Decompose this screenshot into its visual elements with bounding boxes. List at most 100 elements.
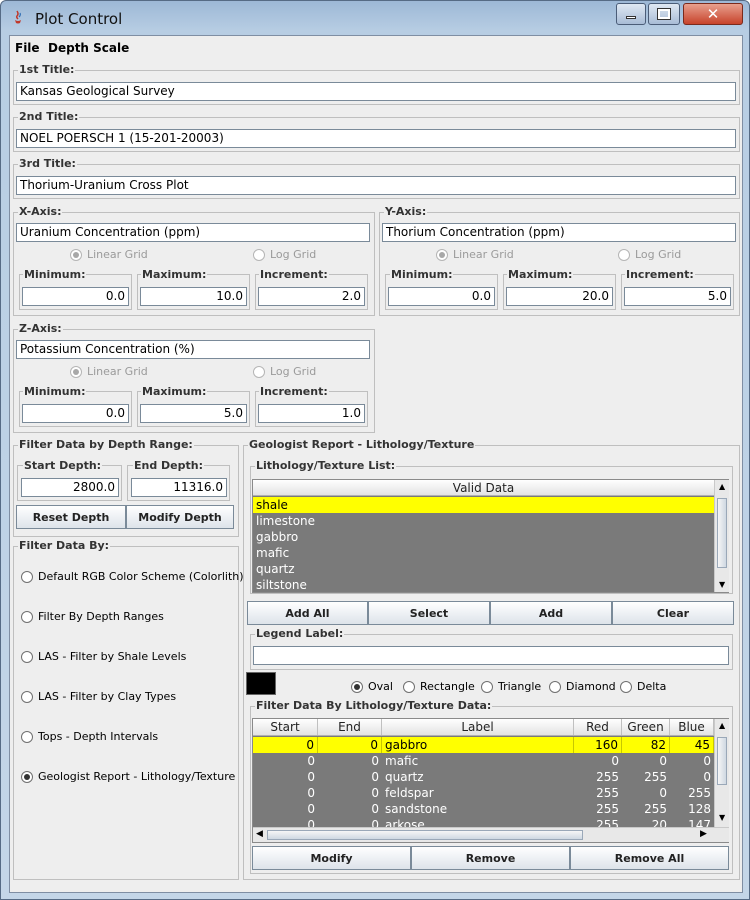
table-cell-start: 0 [307, 770, 315, 784]
zaxis-max-field[interactable]: 5.0 [140, 404, 247, 423]
column-header[interactable]: Green [622, 719, 670, 735]
zaxis-log-radio[interactable]: Log Grid [253, 365, 316, 378]
title3-field[interactable]: Thorium-Uranium Cross Plot [16, 176, 736, 195]
filter-option-radio[interactable]: Tops - Depth Intervals [21, 730, 158, 743]
filter-option-radio[interactable]: Geologist Report - Lithology/Texture [21, 770, 235, 783]
list-item[interactable]: mafic [253, 545, 714, 561]
filter-option-radio[interactable]: LAS - Filter by Clay Types [21, 690, 176, 703]
shape-radio-diamond[interactable]: Diamond [549, 680, 616, 693]
close-button[interactable]: ✕ [683, 3, 743, 25]
radio-icon [481, 680, 493, 693]
color-swatch[interactable] [246, 672, 276, 695]
xaxis-max-field[interactable]: 10.0 [140, 287, 247, 306]
filter-option-radio[interactable]: Default RGB Color Scheme (Colorlith) [21, 570, 244, 583]
filter-by-label: Filter Data By: [18, 539, 111, 552]
title2-field[interactable]: NOEL POERSCH 1 (15-201-20003) [16, 129, 736, 148]
table-cell-green: 0 [659, 786, 667, 800]
modify-depth-button[interactable]: Modify Depth [126, 505, 234, 529]
remove-button[interactable]: Remove [411, 846, 570, 870]
list-item[interactable]: siltstone [253, 577, 714, 593]
xaxis-min-field[interactable]: 0.0 [22, 287, 129, 306]
column-header[interactable]: Start [253, 719, 318, 735]
add-button[interactable]: Add [490, 601, 612, 625]
filter-option-radio[interactable]: Filter By Depth Ranges [21, 610, 164, 623]
scroll-right-icon[interactable]: ▶ [700, 829, 707, 839]
radio-icon [70, 248, 82, 261]
list-item[interactable]: gabbro [253, 529, 714, 545]
end-depth-field[interactable]: 11316.0 [131, 478, 227, 497]
xaxis-max-label: Maximum: [141, 268, 208, 281]
column-header[interactable]: Blue [670, 719, 714, 735]
table-row[interactable]: 0 0 sandstone 255 255 128 [253, 801, 714, 817]
list-item[interactable]: shale [253, 497, 714, 513]
xaxis-linear-radio[interactable]: Linear Grid [70, 248, 148, 261]
radio-icon [403, 680, 415, 693]
zaxis-linear-radio[interactable]: Linear Grid [70, 365, 148, 378]
table-row[interactable]: 0 0 gabbro 160 82 45 [253, 737, 714, 753]
radio-icon [253, 365, 265, 378]
zaxis-inc-field[interactable]: 1.0 [258, 404, 365, 423]
shape-radio-oval[interactable]: Oval [351, 680, 393, 693]
shape-label: Diamond [566, 680, 616, 693]
window-frame: Plot Control ✕ File Depth Scale 1st Titl… [0, 0, 750, 900]
list-header[interactable]: Valid Data [253, 480, 714, 496]
minimize-button[interactable] [616, 3, 646, 25]
zaxis-min-field[interactable]: 0.0 [22, 404, 129, 423]
window-title: Plot Control [35, 10, 123, 28]
table-cell-label: mafic [385, 754, 419, 768]
add-all-button[interactable]: Add All [247, 601, 368, 625]
xaxis-label: X-Axis: [18, 205, 63, 218]
reset-depth-button[interactable]: Reset Depth [16, 505, 126, 529]
shape-label: Triangle [498, 680, 542, 693]
scroll-left-icon[interactable]: ◀ [256, 829, 263, 839]
column-header[interactable]: Red [574, 719, 622, 735]
yaxis-linear-radio[interactable]: Linear Grid [436, 248, 514, 261]
column-header[interactable]: End [318, 719, 382, 735]
title1-field[interactable]: Kansas Geological Survey [16, 82, 736, 101]
list-scrollbar[interactable]: ▲ ▼ [714, 480, 729, 592]
column-header[interactable]: Label [382, 719, 574, 735]
shape-radio-rectangle[interactable]: Rectangle [403, 680, 475, 693]
yaxis-title-field[interactable]: Thorium Concentration (ppm) [382, 223, 736, 242]
clear-button[interactable]: Clear [612, 601, 734, 625]
shape-radio-delta[interactable]: Delta [620, 680, 666, 693]
scroll-down-icon[interactable]: ▼ [719, 580, 725, 589]
table-hscrollbar[interactable]: ◀ ▶ [253, 827, 729, 842]
modify-button[interactable]: Modify [252, 846, 411, 870]
maximize-button[interactable] [648, 3, 680, 25]
menu-file[interactable]: File [15, 41, 40, 55]
scroll-thumb[interactable] [267, 830, 583, 840]
table-row[interactable]: 0 0 quartz 255 255 0 [253, 769, 714, 785]
remove-all-button[interactable]: Remove All [570, 846, 729, 870]
title-bar[interactable]: Plot Control ✕ [1, 1, 750, 35]
legend-field[interactable] [253, 646, 729, 665]
scroll-thumb[interactable] [717, 737, 727, 785]
filter-option-label: Filter By Depth Ranges [38, 610, 164, 623]
table-vscrollbar[interactable]: ▲ ▼ [714, 719, 729, 827]
xaxis-min-label: Minimum: [23, 268, 87, 281]
scroll-down-icon[interactable]: ▼ [719, 813, 725, 822]
shape-label: Delta [637, 680, 667, 693]
menu-depth-scale[interactable]: Depth Scale [48, 41, 129, 55]
table-cell-label: feldspar [385, 786, 434, 800]
shape-radio-triangle[interactable]: Triangle [481, 680, 541, 693]
yaxis-max-field[interactable]: 20.0 [506, 287, 613, 306]
zaxis-title-field[interactable]: Potassium Concentration (%) [16, 340, 370, 359]
scroll-thumb[interactable] [717, 498, 727, 568]
table-row[interactable]: 0 0 mafic 0 0 0 [253, 753, 714, 769]
scroll-up-icon[interactable]: ▲ [719, 482, 725, 491]
xaxis-inc-field[interactable]: 2.0 [258, 287, 365, 306]
yaxis-inc-field[interactable]: 5.0 [624, 287, 731, 306]
yaxis-min-field[interactable]: 0.0 [388, 287, 495, 306]
list-item[interactable]: quartz [253, 561, 714, 577]
xaxis-log-radio[interactable]: Log Grid [253, 248, 316, 261]
start-depth-field[interactable]: 2800.0 [21, 478, 119, 497]
table-row[interactable]: 0 0 feldspar 255 0 255 [253, 785, 714, 801]
list-item[interactable]: limestone [253, 513, 714, 529]
select-button[interactable]: Select [368, 601, 490, 625]
yaxis-log-radio[interactable]: Log Grid [618, 248, 681, 261]
filter-option-radio[interactable]: LAS - Filter by Shale Levels [21, 650, 186, 663]
scroll-up-icon[interactable]: ▲ [719, 721, 725, 730]
java-app-icon [10, 9, 26, 25]
xaxis-title-field[interactable]: Uranium Concentration (ppm) [16, 223, 370, 242]
